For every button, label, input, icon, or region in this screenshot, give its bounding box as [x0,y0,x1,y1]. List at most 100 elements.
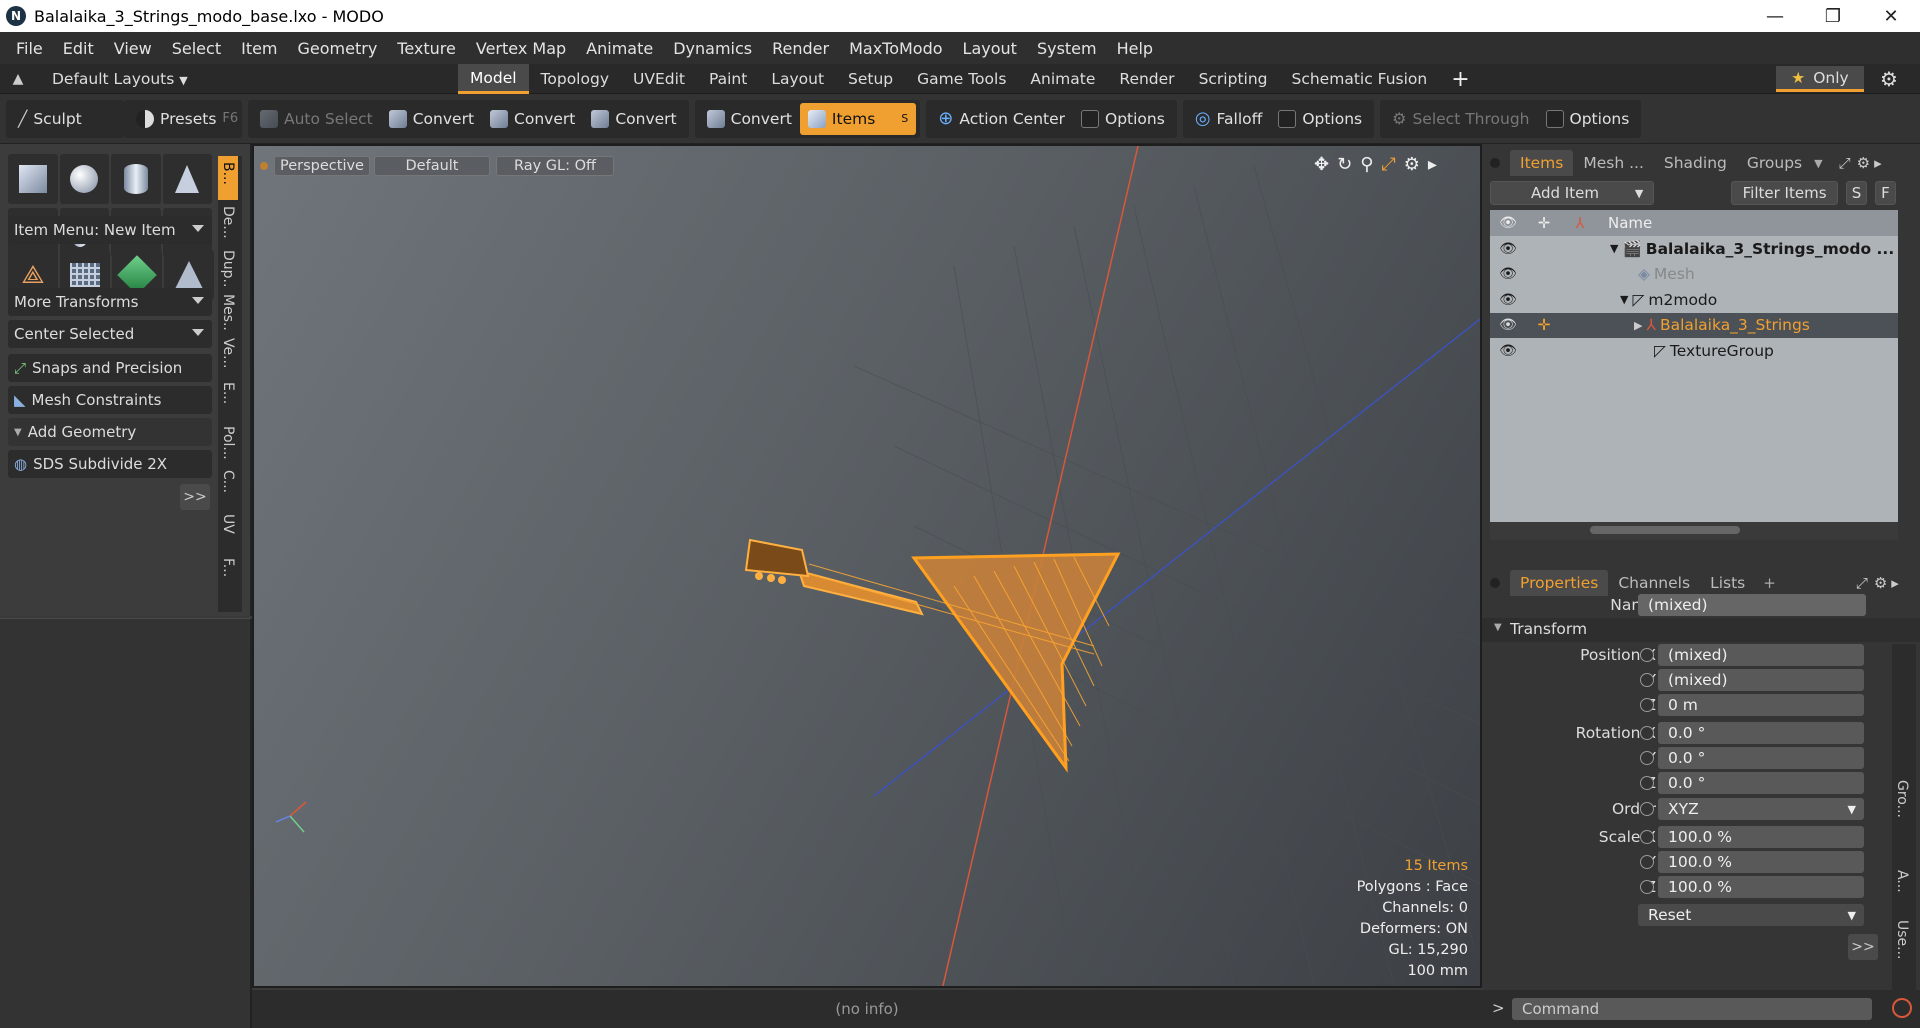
cube-primitive-button[interactable] [8,154,58,204]
vtab-mesh[interactable]: Mes... [218,288,238,332]
filter-items-button[interactable]: Filter Items [1731,181,1838,205]
menu-texture[interactable]: Texture [387,39,466,58]
vtab-polygon[interactable]: Pol... [218,420,238,464]
add-geometry-section[interactable]: ▼ Add Geometry [8,418,212,446]
action-center-options-button[interactable]: Options [1073,103,1173,135]
convert-edges-button[interactable]: Convert [482,103,583,135]
panel-gear-icon[interactable]: ⚙ [1874,574,1887,592]
expand-panel-icon[interactable]: ⤢ [1839,154,1851,172]
panel-gear-icon[interactable]: ⚙ [1857,154,1870,172]
reset-dropdown[interactable]: Reset ▼ [1638,904,1864,926]
menu-layout[interactable]: Layout [953,39,1027,58]
rotation-x-field[interactable]: 0.0 ° [1658,722,1864,744]
position-z-field[interactable]: 0 m [1658,694,1864,716]
command-history-icon[interactable] [1892,998,1912,1018]
keyframe-icon[interactable] [1640,673,1654,687]
shading-mode-button[interactable]: Default [374,156,490,176]
chevron-down-icon[interactable]: ▼ [1814,157,1822,170]
scale-x-field[interactable]: 100.0 % [1658,826,1864,848]
menu-dynamics[interactable]: Dynamics [663,39,762,58]
minimize-button[interactable]: — [1746,0,1804,32]
s-button[interactable]: S [1845,181,1867,205]
presets-button[interactable]: Presets F6 [128,103,246,135]
keyframe-icon[interactable] [1640,648,1654,662]
menu-vertex-map[interactable]: Vertex Map [466,39,576,58]
eye-icon[interactable]: 👁 [1490,317,1526,333]
viewport-gear-icon[interactable]: ⚙ [1404,154,1420,175]
center-selected-dropdown[interactable]: Center Selected [8,320,212,348]
tab-uvedit[interactable]: UVEdit [621,64,697,94]
menu-select[interactable]: Select [162,39,231,58]
add-tab-button[interactable]: + [1763,574,1776,592]
tab-render[interactable]: Render [1107,64,1186,94]
select-through-options-button[interactable]: Options [1538,103,1638,135]
tab-animate[interactable]: Animate [1018,64,1107,94]
action-center-button[interactable]: ⊕ Action Center [930,103,1073,135]
tab-scripting[interactable]: Scripting [1187,64,1280,94]
tree-row-scene[interactable]: 👁 ▼ 🎬 Balalaika_3_Strings_modo ... [1490,236,1898,262]
tab-schematic-fusion[interactable]: Schematic Fusion [1280,64,1440,94]
vtab-user[interactable]: Use... [1892,914,1912,964]
transform-section[interactable]: ▼ Transform [1482,618,1920,642]
order-dropdown[interactable]: XYZ ▼ [1658,798,1864,820]
keyframe-icon[interactable] [1640,776,1654,790]
keyframe-icon[interactable] [1640,751,1654,765]
gear-icon[interactable]: ⚙ [1880,64,1898,94]
sphere-primitive-button[interactable] [59,154,109,204]
close-button[interactable]: ✕ [1862,0,1920,32]
menu-animate[interactable]: Animate [576,39,663,58]
layouts-dropdown[interactable]: Default Layouts ▼ [36,70,188,88]
scale-z-field[interactable]: 100.0 % [1658,876,1864,898]
tree-hscrollbar[interactable] [1490,522,1898,540]
expand-icon[interactable]: ▲ [0,71,36,87]
item-menu-dropdown[interactable]: Item Menu: New Item [8,216,212,244]
tree-row-mesh[interactable]: 👁 ◈ Mesh [1490,262,1898,288]
keyframe-icon[interactable] [1640,698,1654,712]
select-through-button[interactable]: ⚙ Select Through [1384,103,1537,135]
tab-mesh[interactable]: Mesh ... [1573,150,1654,176]
eye-icon[interactable]: 👁 [1490,266,1526,282]
tab-game-tools[interactable]: Game Tools [905,64,1018,94]
eye-icon[interactable]: 👁 [1490,292,1526,308]
expand-arrow-icon[interactable]: ▼ [1610,242,1618,255]
tab-model[interactable]: Model [458,64,529,94]
cylinder-primitive-button[interactable] [111,154,161,204]
menu-file[interactable]: File [6,39,53,58]
tab-setup[interactable]: Setup [836,64,905,94]
menu-edit[interactable]: Edit [53,39,104,58]
menu-maxtomodo[interactable]: MaxToModo [839,39,952,58]
menu-help[interactable]: Help [1107,39,1163,58]
expand-arrow-icon[interactable]: ▼ [1620,293,1628,306]
vtab-curve[interactable]: C... [218,464,238,508]
rotate-icon[interactable]: ↻ [1337,154,1352,175]
tab-groups[interactable]: Groups [1737,150,1812,176]
add-tab-button[interactable]: + [1439,64,1481,94]
vtab-fusion[interactable]: F... [218,552,238,596]
items-mode-button[interactable]: Items S [799,102,917,135]
vtab-uv[interactable]: UV [218,508,238,552]
mesh-constraints-button[interactable]: ◣ Mesh Constraints [8,386,212,414]
tree-row-m2modo[interactable]: 👁 ▼ ◸ m2modo [1490,287,1898,313]
vtab-basic[interactable]: B... [218,156,238,200]
position-y-field[interactable]: (mixed) [1658,669,1864,691]
tab-items[interactable]: Items [1510,150,1574,176]
pan-icon[interactable]: ✥ [1314,154,1329,175]
tree-row-texturegroup[interactable]: 👁 ◸ TextureGroup [1490,338,1898,364]
vtab-edge[interactable]: E... [218,376,238,420]
keyframe-icon[interactable] [1640,855,1654,869]
rotation-y-field[interactable]: 0.0 ° [1658,747,1864,769]
tab-shading[interactable]: Shading [1654,150,1737,176]
tab-layout[interactable]: Layout [759,64,836,94]
maximize-button[interactable]: ❐ [1804,0,1862,32]
name-field[interactable]: (mixed) [1638,594,1866,616]
falloff-button[interactable]: ◎ Falloff [1187,103,1271,135]
eye-icon[interactable]: 👁 [1490,343,1526,359]
sculpt-button[interactable]: ╱ Sculpt [10,103,90,135]
expand-arrow-icon[interactable]: ▶ [1634,319,1642,332]
vtab-assemblies[interactable]: A... [1892,864,1912,904]
vtab-duplicate[interactable]: Dup... [218,244,238,288]
keyframe-icon[interactable] [1640,802,1654,816]
cone-primitive-button[interactable] [162,154,212,204]
vtab-deform[interactable]: De... [218,200,238,244]
convert-polygons-button[interactable]: Convert [583,103,684,135]
